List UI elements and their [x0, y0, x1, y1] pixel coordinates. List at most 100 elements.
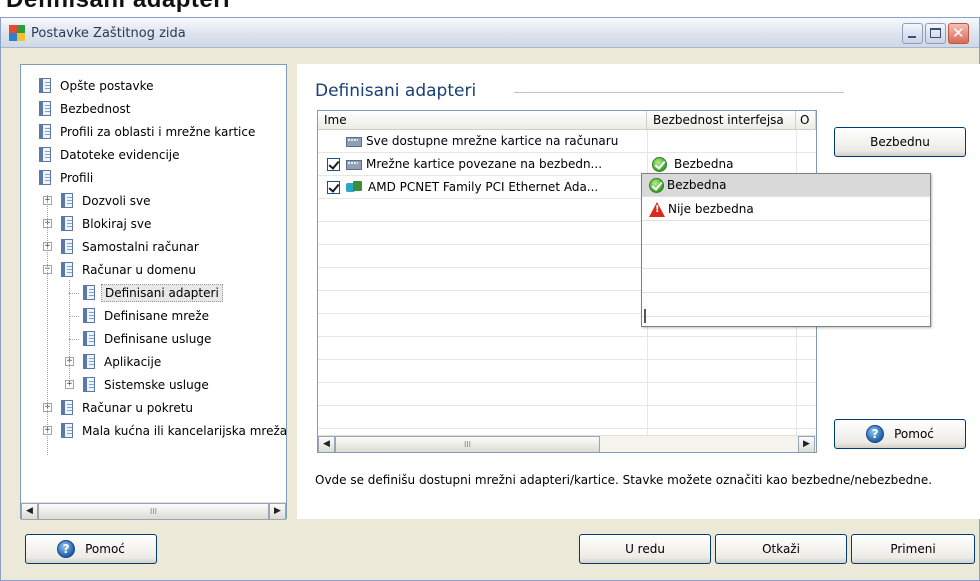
- close-icon: ✕: [952, 24, 965, 42]
- cancel-button[interactable]: Otkaži: [715, 534, 847, 564]
- maximize-icon: [930, 28, 941, 38]
- minimize-button[interactable]: [902, 23, 923, 44]
- page-title: Definisani adapteri: [315, 81, 477, 101]
- grid-scroll-thumb[interactable]: III: [335, 436, 600, 452]
- document-icon: [81, 353, 97, 371]
- security-status: Bezbedna: [674, 157, 734, 171]
- warning-icon: [649, 201, 665, 217]
- dropdown-resize-grip: [644, 309, 646, 323]
- scroll-thumb[interactable]: III: [38, 503, 269, 520]
- tree-item-label: Definisane usluge: [104, 332, 212, 346]
- document-icon: [81, 376, 97, 394]
- dropdown-empty-row: [642, 222, 930, 245]
- dropdown-option-label: Nije bezbedna: [668, 202, 754, 216]
- document-icon: [59, 399, 75, 417]
- document-icon: [37, 169, 53, 187]
- side-help-button[interactable]: ? Pomoć: [834, 419, 966, 449]
- column-header-name[interactable]: Ime: [318, 111, 647, 130]
- tree-item-label: Definisani adapteri: [101, 284, 223, 302]
- tree-item-label: Aplikacije: [104, 355, 162, 369]
- maximize-button[interactable]: [925, 23, 946, 44]
- tree-item[interactable]: Samostalni računar: [59, 236, 202, 258]
- grid-scroll-left-button[interactable]: ◀: [318, 436, 335, 452]
- document-icon: [81, 330, 97, 348]
- column-header-security[interactable]: Bezbednost interfejsa: [647, 111, 796, 130]
- tree-item[interactable]: Mala kućna ili kancelarijska mreža: [59, 420, 286, 442]
- tree-item[interactable]: Dozvoli sve: [59, 190, 154, 212]
- document-icon: [59, 238, 75, 256]
- table-row: [318, 337, 816, 360]
- app-icon: [9, 25, 25, 41]
- tree-item-label: Profili: [60, 171, 94, 185]
- tree-item[interactable]: Sistemske usluge: [81, 374, 212, 396]
- tree-item-label: Sistemske usluge: [104, 378, 209, 392]
- tree-item-label: Profili za oblasti i mrežne kartice: [60, 125, 256, 139]
- document-icon: [59, 261, 75, 279]
- tree-item[interactable]: Računar u pokretu: [59, 397, 196, 419]
- footer-help-button[interactable]: ? Pomoć: [25, 534, 157, 564]
- apply-button[interactable]: Primeni: [851, 534, 975, 564]
- security-cell: [648, 130, 796, 152]
- dropdown-option[interactable]: Nije bezbedna: [642, 198, 930, 221]
- tree-item[interactable]: Blokiraj sve: [59, 213, 154, 235]
- network-adapter-icon: [345, 180, 363, 194]
- scroll-right-button[interactable]: ▶: [269, 503, 286, 520]
- tree-item-label: Mala kućna ili kancelarijska mreža: [82, 424, 286, 438]
- settings-tree: Opšte postavke Bezbednost Profili za oblas…: [21, 65, 286, 497]
- document-icon: [59, 215, 75, 233]
- grid-horizontal-scrollbar[interactable]: ◀ III ▶: [318, 435, 816, 452]
- tree-item[interactable]: Profili: [37, 167, 96, 189]
- dropdown-option[interactable]: Bezbedna: [642, 174, 930, 197]
- adapter-name-cell: AMD PCNET Family PCI Ethernet Ada...: [327, 176, 645, 198]
- adapters-content: Definisani adapteri Ime Bezbednost inter…: [297, 64, 980, 519]
- grid-scroll-right-button[interactable]: ▶: [798, 436, 815, 452]
- adapter-checkbox[interactable]: [327, 180, 340, 194]
- document-icon: [37, 146, 53, 164]
- column-header-other[interactable]: O: [796, 111, 816, 130]
- adapter-name: Sve dostupne mrežne kartice na računaru: [366, 134, 619, 148]
- dropdown-option-label: Bezbedna: [667, 178, 727, 192]
- description-text: Ovde se definišu dostupni mrežni adapter…: [315, 473, 933, 487]
- tree-item[interactable]: Definisane usluge: [81, 328, 214, 350]
- table-row[interactable]: Sve dostupne mrežne kartice na računaru: [318, 130, 816, 153]
- grid-header: Ime Bezbednost interfejsa O: [318, 111, 816, 130]
- settings-tree-panel: Opšte postavke Bezbednost Profili za oblas…: [20, 64, 287, 520]
- check-ok-icon: [649, 177, 664, 193]
- tree-item[interactable]: Profili za oblasti i mrežne kartice: [37, 121, 258, 143]
- network-card-icon: [345, 158, 362, 170]
- table-row: [318, 360, 816, 383]
- adapter-name-cell: Sve dostupne mrežne kartice na računaru: [345, 130, 663, 152]
- dropdown-empty-row: [642, 270, 930, 293]
- tree-item[interactable]: Definisane mreže: [81, 305, 212, 327]
- ok-button[interactable]: U redu: [579, 534, 711, 564]
- mark-safe-button[interactable]: Bezbednu: [834, 127, 966, 157]
- table-row: [318, 406, 816, 429]
- security-dropdown-list[interactable]: Bezbedna Nije bezbedna: [641, 173, 931, 327]
- document-icon: [37, 123, 53, 141]
- tree-horizontal-scrollbar[interactable]: ◀ III ▶: [21, 502, 286, 520]
- tree-item[interactable]: Opšte postavke: [37, 75, 157, 97]
- scroll-left-button[interactable]: ◀: [21, 503, 38, 520]
- tree-item-label: Datoteke evidencije: [60, 148, 180, 162]
- tree-item[interactable]: Aplikacije: [81, 351, 164, 373]
- other-cell: [801, 153, 816, 175]
- document-icon: [59, 192, 75, 210]
- adapter-checkbox[interactable]: [327, 157, 340, 171]
- tree-item-label: Bezbednost: [60, 102, 131, 116]
- tree-item[interactable]: Računar u domenu: [59, 259, 199, 281]
- network-card-icon: [345, 135, 362, 147]
- close-button[interactable]: ✕: [948, 23, 969, 44]
- dropdown-empty-row: [642, 294, 930, 317]
- help-icon: ?: [866, 425, 885, 443]
- tree-item[interactable]: Definisani adapteri: [81, 282, 223, 304]
- tree-item-label: Definisane mreže: [104, 309, 209, 323]
- title-bar[interactable]: Postavke Zaštitnog zida ✕: [1, 18, 979, 48]
- document-icon: [37, 100, 53, 118]
- adapter-name: Mrežne kartice povezane na bezbedn...: [366, 157, 603, 171]
- minimize-icon: [908, 36, 916, 38]
- tree-item[interactable]: Datoteke evidencije: [37, 144, 183, 166]
- adapter-name: AMD PCNET Family PCI Ethernet Ada...: [368, 180, 599, 194]
- cropped-header: Definisani adapteri: [0, 0, 980, 16]
- security-cell[interactable]: Bezbedna: [648, 153, 796, 175]
- tree-item[interactable]: Bezbednost: [37, 98, 133, 120]
